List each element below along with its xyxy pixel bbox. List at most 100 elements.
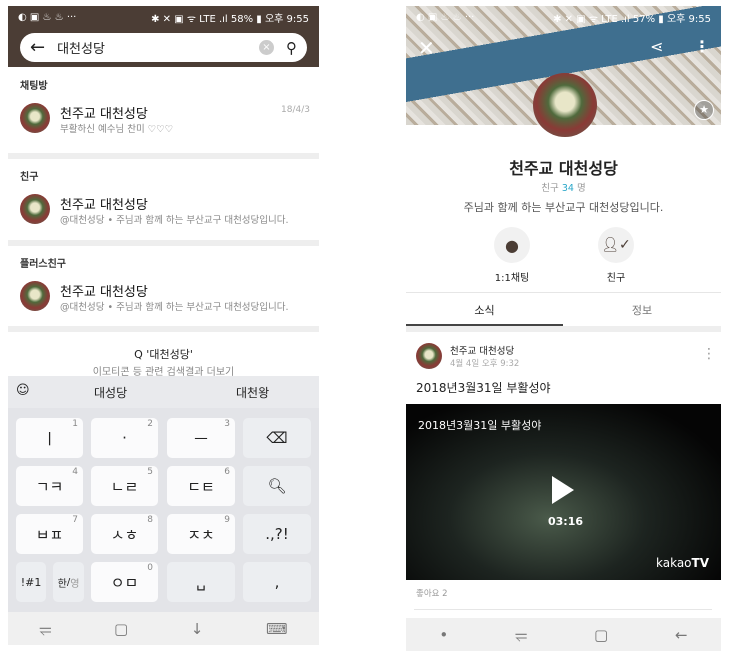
recent-apps-icon[interactable]: ⥫	[39, 620, 51, 638]
keyboard-key[interactable]: ㅈㅊ 9	[167, 514, 235, 554]
key-label: ␣	[196, 573, 206, 591]
search-bar: ← 대천성당 × ⚲	[20, 33, 307, 62]
search-input[interactable]: 대천성당	[57, 38, 259, 57]
result-name: 천주교 대천성당	[60, 107, 148, 122]
close-icon[interactable]: ✕	[418, 36, 435, 60]
arrow-left-icon[interactable]: ←	[30, 37, 45, 58]
chatroom-result[interactable]: 천주교 대천성당 부활하신 예수님 찬미 ♡♡♡ 18/4/3	[20, 103, 310, 143]
post-more-icon[interactable]: ⋮	[702, 346, 716, 362]
key-label: 🔍︎	[267, 477, 287, 495]
friend-count-value: 34	[561, 183, 574, 194]
profile-avatar[interactable]	[533, 73, 597, 137]
key-label: ㅣ	[42, 429, 57, 448]
key-label: ㄴㄹ	[110, 477, 139, 496]
key-number: 3	[224, 419, 230, 429]
language-key[interactable]: 한 / 영	[53, 562, 84, 602]
back-icon[interactable]: ←	[675, 626, 688, 644]
recent-apps-icon[interactable]: ⥫	[515, 626, 527, 644]
profile-name: 천주교 대천성당	[509, 159, 618, 178]
key-label: ㄷㅌ	[187, 477, 215, 496]
keyboard-key[interactable]: ⌫	[243, 418, 311, 458]
dot-icon[interactable]: •	[439, 626, 448, 644]
keyboard-key[interactable]: ㅡ3	[167, 418, 235, 458]
post-avatar[interactable]	[416, 343, 442, 369]
key-number: 5	[147, 467, 153, 477]
divider	[406, 326, 721, 332]
friend-check-icon: 👤︎✓	[598, 227, 634, 263]
result-name: 천주교 대천성당	[60, 285, 148, 300]
status-info: ✱ ✕ ▣ ᯤ LTE .ıl 58% ▮ 오후 9:55	[151, 13, 309, 25]
keyboard-key[interactable]: .,?!	[243, 514, 311, 554]
suggestion[interactable]: 대천왕	[236, 384, 269, 401]
avatar	[20, 281, 50, 311]
key-number: 2	[147, 419, 153, 429]
divider	[406, 292, 721, 293]
more-icon[interactable]: ⋮	[694, 37, 710, 56]
section-title-chatrooms: 채팅방	[20, 81, 48, 92]
post-title: 2018년3월31일 부활성야	[416, 381, 551, 395]
key-number: 9	[224, 515, 230, 525]
key-label: ㄱㅋ	[35, 477, 64, 496]
emoji-icon[interactable]: ☺	[16, 383, 30, 398]
suggestion[interactable]: 대성당	[94, 384, 127, 401]
friend-count: 친구 34 명	[406, 180, 721, 194]
more-results-link[interactable]: Q '대천성당'	[8, 346, 319, 362]
result-sub: @대천성당 • 주님과 함께 하는 부산교구 대천성당입니다.	[60, 215, 289, 226]
keyboard-key[interactable]: ㄷㅌ 6	[167, 466, 235, 506]
keyboard-key[interactable]: ㄱㅋ 4	[16, 466, 83, 506]
home-icon[interactable]: ▢	[114, 620, 128, 638]
keyboard: ☺ 대성당 대천왕 ㅣ 1 · 2 ㅡ 3 ⌫ ㄱㅋ 4 ㄴㄹ 5 ㄷㅌ 6 🔍︎ ㅂㅍ 7 ㅅㅎ 8 ㅈㅊ 9.,?…	[8, 376, 319, 612]
clear-icon[interactable]: ×	[259, 40, 274, 55]
suggestion-bar: ☺ 대성당 대천왕	[8, 376, 319, 408]
keyboard-key[interactable]: ㅣ1	[16, 418, 83, 458]
video-player[interactable]: 2018년3월31일 부활성야 03:16 kakaoTV	[406, 404, 721, 580]
key-label: 한	[57, 578, 67, 590]
tab-info[interactable]: 정보	[563, 302, 721, 318]
friend-count-label: 친구	[541, 183, 559, 194]
key-number: 0	[147, 563, 153, 573]
post-author[interactable]: 천주교 대천성당	[450, 343, 514, 357]
play-icon[interactable]	[552, 476, 574, 504]
divider	[414, 609, 712, 610]
comma-key[interactable]: ,	[243, 562, 311, 602]
keyboard-key[interactable]: · 2	[91, 418, 158, 458]
friend-result[interactable]: 천주교 대천성당 @대천성당 • 주님과 함께 하는 부산교구 대천성당입니다.	[20, 194, 310, 234]
key-label: 영	[70, 578, 80, 590]
avatar	[20, 103, 50, 133]
key-label: ㅡ	[194, 429, 208, 448]
status-bar: ◐ ▣ ♨ ♨ ··· ✱ ✕ ▣ ᯤ LTE .ıl 57% ▮ 오후 9:55	[406, 6, 721, 28]
action-label: 1:1채팅	[494, 273, 530, 284]
divider	[8, 240, 319, 246]
plus-friend-result[interactable]: 천주교 대천성당 @대천성당 • 주님과 함께 하는 부산교구 대천성당입니다.	[20, 281, 310, 321]
space-key[interactable]: ␣	[167, 562, 235, 602]
key-label: !#1	[20, 575, 42, 589]
key-number: 1	[72, 419, 78, 429]
keyboard-key[interactable]: ㄴㄹ 5	[91, 466, 158, 506]
symbol-key[interactable]: !#1	[16, 562, 46, 602]
key-label: ·	[122, 429, 127, 447]
key-label: .,?!	[265, 525, 289, 543]
key-number: 8	[147, 515, 153, 525]
keyboard-icon[interactable]: ⌨	[266, 620, 288, 638]
key-number: 4	[72, 467, 78, 477]
friend-count-unit: 명	[576, 183, 586, 194]
section-title-friends: 친구	[20, 172, 39, 183]
keyboard-key[interactable]: 🔍︎	[243, 466, 311, 506]
key-label: ㅈㅊ	[187, 525, 215, 544]
keyboard-key[interactable]: ㅂㅍ 7	[16, 514, 83, 554]
result-date: 18/4/3	[281, 105, 310, 115]
hide-keyboard-icon[interactable]: ↓	[191, 620, 204, 638]
tab-news[interactable]: 소식	[406, 302, 563, 318]
section-title-plus-friends: 플러스친구	[20, 259, 66, 270]
action-label: 친구	[606, 273, 626, 284]
divider	[8, 326, 319, 332]
star-icon[interactable]: ★	[694, 100, 714, 120]
keyboard-key[interactable]: ㅅㅎ 8	[91, 514, 158, 554]
status-icons: ◐ ▣ ♨ ♨ ···	[18, 11, 77, 23]
like-count[interactable]: 좋아요 2	[416, 587, 448, 599]
share-icon[interactable]: ⋖	[650, 37, 663, 56]
home-icon[interactable]: ▢	[594, 626, 608, 644]
key-ieung-mieum[interactable]: ㅇㅁ 0	[91, 562, 158, 602]
search-icon[interactable]: ⚲	[286, 39, 297, 57]
key-label: ⌫	[266, 429, 288, 447]
